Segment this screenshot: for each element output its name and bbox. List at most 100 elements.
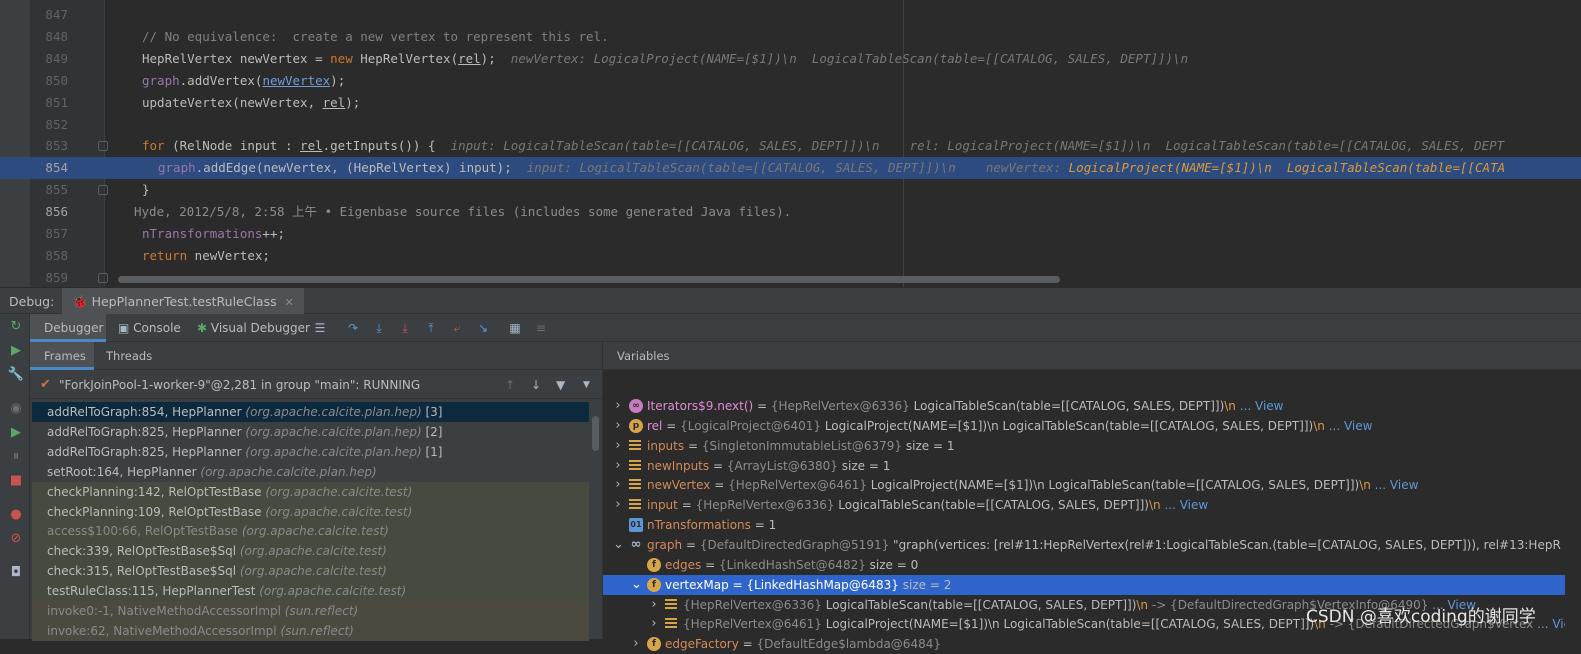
frames-scrollbar[interactable] <box>592 416 599 451</box>
blame-annotation: Hyde, 2012/5/8, 2:58 上午 • Eigenbase sour… <box>134 204 791 219</box>
code-token: .addVertex( <box>180 73 263 88</box>
code-line[interactable]: 850graph.addVertex(newVertex); <box>0 70 1581 92</box>
stack-frame[interactable]: invoke0:-1, NativeMethodAccessorImpl (su… <box>32 601 589 621</box>
code-line[interactable]: 854graph.addEdge(newVertex, (HepRelVerte… <box>0 157 1581 179</box>
variable-name: nTransformations <box>647 518 751 532</box>
stack-frame[interactable]: checkPlanning:109, RelOptTestBase (org.a… <box>32 502 589 522</box>
stack-frame[interactable]: check:339, RelOptTestBase$Sql (org.apach… <box>32 541 589 561</box>
variable-type: {HepRelVertex@6461} <box>728 478 867 492</box>
chevron-down-icon[interactable]: ▼ <box>583 371 590 399</box>
variable-row[interactable]: ›fedgeFactory = {DefaultEdge$lambda@6484… <box>603 634 1565 654</box>
code-text: for (RelNode input : rel.getInputs()) { … <box>142 135 1504 157</box>
up-arrow-icon[interactable]: ↑ <box>505 371 515 399</box>
code-token <box>436 138 451 153</box>
line-number: 847 <box>30 4 68 26</box>
view-breakpoints-icon[interactable]: ● <box>7 506 25 524</box>
equals: = <box>729 578 747 592</box>
stack-frame[interactable]: addRelToGraph:854, HepPlanner (org.apach… <box>32 402 589 422</box>
drop-frame-icon[interactable]: ⤶ <box>449 320 465 336</box>
tab-frames[interactable]: Frames <box>30 342 94 370</box>
code-line[interactable]: 852 <box>0 114 1581 136</box>
variable-type: {DefaultEdge$lambda@6484} <box>757 637 941 651</box>
stack-frame[interactable]: check:315, RelOptTestBase$Sql (org.apach… <box>32 561 589 581</box>
fold-icon[interactable] <box>98 273 108 283</box>
list-icon <box>665 618 677 630</box>
wrench-icon[interactable]: 🔧 <box>7 366 25 384</box>
view-link: ... View <box>1329 419 1373 433</box>
session-tab-label: HepPlannerTest.testRuleClass <box>92 294 277 309</box>
pause-icon[interactable]: ⏸ <box>7 448 25 466</box>
tab-threads[interactable]: Threads <box>106 342 152 370</box>
debug-session-tab[interactable]: 🐞 HepPlannerTest.testRuleClass ✕ <box>62 288 304 315</box>
step-into-icon[interactable]: ⤓ <box>397 320 413 336</box>
modify-run-icon[interactable]: ▶ <box>7 342 25 360</box>
mute-breakpoints-icon[interactable]: ⊘ <box>7 530 25 548</box>
code-line[interactable]: 857nTransformations++; <box>0 223 1581 245</box>
variable-row[interactable]: ›newInputs = {ArrayList@6380} size = 1 <box>603 456 1565 476</box>
stack-frame[interactable]: setRoot:164, HepPlanner (org.apache.calc… <box>32 462 589 482</box>
rerun-icon[interactable]: ↻ <box>7 318 25 336</box>
stack-frame[interactable]: checkPlanning:142, RelOptTestBase (org.a… <box>32 482 589 502</box>
code-line[interactable]: 848// No equivalence: create a new verte… <box>0 26 1581 48</box>
tab-visual-debugger[interactable]: ✱ Visual Debugger <box>197 314 310 342</box>
show-execution-point-icon[interactable]: ↷ <box>345 320 361 336</box>
tab-console[interactable]: ▣ Console <box>118 314 181 342</box>
variable-text: edgeFactory = {DefaultEdge$lambda@6484} <box>665 634 941 654</box>
code-line[interactable]: 847 <box>0 4 1581 26</box>
code-line[interactable]: 853for (RelNode input : rel.getInputs())… <box>0 135 1581 157</box>
variable-name: graph <box>647 538 682 552</box>
resume-icon[interactable]: ▶ <box>7 424 25 442</box>
frame-package: (org.apache.calcite.test) <box>240 564 387 578</box>
fold-icon[interactable] <box>98 141 108 151</box>
thread-selector[interactable]: ✔ "ForkJoinPool-1-worker-9"@2,281 in gro… <box>30 371 603 399</box>
stack-frame[interactable]: access$100:66, RelOptTestBase (org.apach… <box>32 521 589 541</box>
stack-frame[interactable]: addRelToGraph:825, HepPlanner (org.apach… <box>32 422 589 442</box>
variable-row[interactable]: fedges = {LinkedHashSet@6482} size = 0 <box>603 555 1565 575</box>
tab-debugger[interactable]: Debugger <box>30 314 106 342</box>
stack-frame[interactable]: invoke:62, NativeMethodAccessorImpl (sun… <box>32 621 589 641</box>
step-out-icon[interactable]: ⤒ <box>423 320 439 336</box>
close-icon[interactable]: ✕ <box>285 296 294 309</box>
variable-type-icon: ∞ <box>629 399 643 413</box>
field: nTransformations <box>142 226 262 241</box>
variable-row[interactable]: ›prel = {LogicalProject@6401} LogicalPro… <box>603 416 1565 436</box>
menu-icon[interactable]: ☰ <box>312 320 328 336</box>
code-line[interactable]: 856Hyde, 2012/5/8, 2:58 上午 • Eigenbase s… <box>0 201 1581 223</box>
run-to-cursor-icon[interactable]: ↘ <box>475 320 491 336</box>
line-number: 850 <box>30 70 68 92</box>
down-arrow-icon[interactable]: ↓ <box>531 371 541 399</box>
variable-row[interactable]: 01nTransformations = 1 <box>603 515 1565 535</box>
variable-type-icon: 01 <box>629 518 643 532</box>
eye-icon[interactable]: ◉ <box>7 400 25 418</box>
stack-frame[interactable]: testRuleClass:115, HepPlannerTest (org.a… <box>32 581 589 601</box>
filter-icon[interactable]: ▼ <box>556 371 565 399</box>
code-line[interactable]: 855} <box>0 179 1581 201</box>
variable-row[interactable]: ⌄fvertexMap = {LinkedHashMap@6483} size … <box>603 575 1565 595</box>
editor-horizontal-scrollbar[interactable] <box>118 276 1060 283</box>
variable-row[interactable]: ›inputs = {SingletonImmutableList@6379} … <box>603 436 1565 456</box>
variable-row[interactable]: ›newVertex = {HepRelVertex@6461} Logical… <box>603 475 1565 495</box>
line-number: 855 <box>30 179 68 201</box>
stack-frame[interactable]: addRelToGraph:825, HepPlanner (org.apach… <box>32 442 589 462</box>
code-text: nTransformations++; <box>142 223 285 245</box>
frame-package: (sun.reflect) <box>280 624 353 638</box>
line-number: 852 <box>30 114 68 136</box>
code-line[interactable]: 858return newVertex; <box>0 245 1581 267</box>
code-line[interactable]: 851updateVertex(newVertex, rel); <box>0 92 1581 114</box>
inline-value-changed: LogicalProject(NAME=[$1])\n LogicalTable… <box>1069 160 1506 175</box>
variable-row[interactable]: ›input = {HepRelVertex@6336} LogicalTabl… <box>603 495 1565 515</box>
trace-icon[interactable]: ≡ <box>533 320 549 336</box>
evaluate-icon[interactable]: ▦ <box>507 320 523 336</box>
newline-escape: \n <box>1224 399 1236 413</box>
variable-row[interactable]: ›∞Iterators$9.next() = {HepRelVertex@633… <box>603 396 1565 416</box>
variable-row[interactable]: ⌄∞graph = {DefaultDirectedGraph@5191} "g… <box>603 535 1565 555</box>
code-line[interactable]: 849HepRelVertex newVertex = new HepRelVe… <box>0 48 1581 70</box>
code-editor[interactable]: 847848// No equivalence: create a new ve… <box>0 0 1581 287</box>
step-over-icon[interactable]: ⤓ <box>371 320 387 336</box>
frame-method: access$100:66, RelOptTestBase <box>47 524 242 538</box>
camera-icon[interactable]: ◘ <box>7 564 25 582</box>
fold-icon[interactable] <box>98 185 108 195</box>
variable-name: vertexMap <box>665 578 729 592</box>
stop-icon[interactable]: ■ <box>7 472 25 490</box>
frame-depth: [3] <box>422 405 443 419</box>
